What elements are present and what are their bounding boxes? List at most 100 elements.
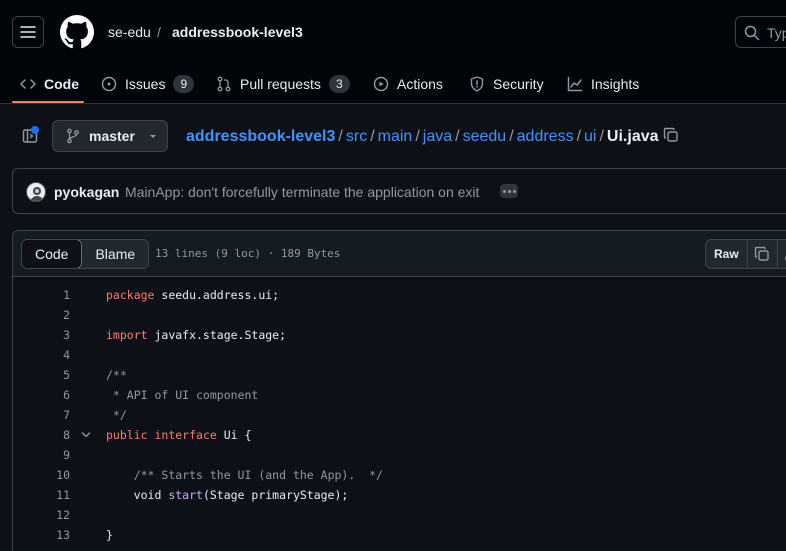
expand-commit-button[interactable] <box>500 184 518 198</box>
view-mode-toggle: Code Blame <box>21 239 150 269</box>
path-root-link[interactable]: addressbook-level3 <box>186 128 335 145</box>
line-number[interactable]: 2 <box>13 305 70 325</box>
commit-message-link[interactable]: MainApp: don't forcefully terminate the … <box>125 184 479 200</box>
code-token: start <box>168 488 203 502</box>
breadcrumb-repo-link[interactable]: addressbook-level3 <box>172 24 303 40</box>
path-segment-seedu[interactable]: seedu <box>463 128 507 145</box>
menu-button[interactable] <box>12 16 44 48</box>
copy-icon <box>754 246 769 261</box>
issue-opened-icon <box>101 76 117 92</box>
line-content: /** Starts the UI (and the App). */ <box>106 465 383 485</box>
file-tree-toggle-button[interactable] <box>16 122 44 150</box>
code-line: 8 public interface Ui { <box>13 425 786 445</box>
code-token: } <box>106 528 113 542</box>
avatar[interactable] <box>26 182 46 202</box>
active-tab-underline <box>12 101 84 103</box>
line-content: */ <box>106 405 127 425</box>
tab-actions-label: Actions <box>397 76 443 92</box>
tab-insights[interactable]: Insights <box>567 64 639 104</box>
path-segment-ui[interactable]: ui <box>584 128 596 145</box>
git-pull-request-icon <box>217 76 231 92</box>
fold-chevron-down-icon[interactable] <box>81 430 91 440</box>
code-token: (Stage primaryStage); <box>202 488 349 502</box>
breadcrumb-owner-link[interactable]: se-edu <box>108 24 151 40</box>
line-number[interactable]: 8 <box>13 425 70 445</box>
code-token: */ <box>106 408 127 422</box>
line-number[interactable]: 12 <box>13 505 70 525</box>
download-button[interactable] <box>778 240 786 268</box>
file-header: Code Blame 13 lines (9 loc) · 189 Bytes … <box>13 231 786 277</box>
copy-path-button[interactable] <box>663 127 679 148</box>
notification-dot <box>31 126 39 134</box>
tab-issues-label: Issues <box>125 76 166 92</box>
line-number[interactable]: 7 <box>13 405 70 425</box>
code-token: Ui { <box>216 428 252 442</box>
tab-pull-requests[interactable]: Pull requests 3 <box>216 64 350 104</box>
line-content: void start(Stage primaryStage); <box>106 485 349 505</box>
tab-code-label: Code <box>44 76 79 92</box>
code-line: 5 /** <box>13 365 786 385</box>
file-name: Ui.java <box>606 128 659 145</box>
commit-author-link[interactable]: pyokagan <box>54 184 119 200</box>
latest-commit-box: pyokagan MainApp: don't forcefully termi… <box>12 168 786 214</box>
path-segment-java[interactable]: java <box>423 128 452 145</box>
file-viewer: Code Blame 13 lines (9 loc) · 189 Bytes … <box>12 230 786 551</box>
path-segment-address[interactable]: address <box>517 128 574 145</box>
line-number[interactable]: 9 <box>13 445 70 465</box>
line-number[interactable]: 1 <box>13 285 70 305</box>
copy-raw-button[interactable] <box>748 240 778 268</box>
line-content: } <box>106 525 113 545</box>
tab-actions[interactable]: Actions <box>373 64 443 104</box>
code-token: /** Starts the UI (and the App). */ <box>133 468 383 482</box>
blame-view-button[interactable]: Blame <box>82 240 149 268</box>
tab-security-label: Security <box>493 76 544 92</box>
path-segment-src[interactable]: src <box>346 128 367 145</box>
line-content: import javafx.stage.Stage; <box>106 325 286 345</box>
branch-selector-button[interactable]: master <box>52 120 168 152</box>
hamburger-icon <box>20 26 36 38</box>
code-line: 4 <box>13 345 786 365</box>
path-separator: / <box>509 128 514 145</box>
code-token: javafx.stage.Stage; <box>147 328 287 342</box>
code-token: package <box>106 288 155 302</box>
line-number[interactable]: 10 <box>13 465 70 485</box>
path-separator: / <box>455 128 460 145</box>
repo-nav: Code Issues 9 Pull requests 3 Actions Se… <box>0 64 786 104</box>
issues-count-badge: 9 <box>173 75 195 93</box>
code-line: 11 void start(Stage primaryStage); <box>13 485 786 505</box>
line-content: package seedu.address.ui; <box>106 285 279 305</box>
line-number[interactable]: 3 <box>13 325 70 345</box>
line-number[interactable]: 4 <box>13 345 70 365</box>
graph-icon <box>567 76 583 92</box>
path-segment-main[interactable]: main <box>378 128 413 145</box>
search-icon <box>744 25 760 41</box>
code-line: 6 * API of UI component <box>13 385 786 405</box>
raw-button[interactable]: Raw <box>706 240 748 268</box>
code-token: /** <box>106 368 127 382</box>
tab-security[interactable]: Security <box>469 64 544 104</box>
line-number[interactable]: 13 <box>13 525 70 545</box>
tab-insights-label: Insights <box>591 76 640 92</box>
code-line: 9 <box>13 445 786 465</box>
code-line: 2 <box>13 305 786 325</box>
code-view-button[interactable]: Code <box>22 240 83 268</box>
search-input[interactable]: Typ <box>735 16 786 48</box>
code-token: * API of UI component <box>106 388 259 402</box>
github-logo-icon[interactable] <box>60 15 94 49</box>
copy-icon <box>663 127 678 142</box>
code-line: 12 <box>13 505 786 525</box>
file-stats: 13 lines (9 loc) · 189 Bytes <box>155 247 341 260</box>
code-line: 13} <box>13 525 786 545</box>
line-number[interactable]: 5 <box>13 365 70 385</box>
file-path-breadcrumb: addressbook-level3/src / main / java / seedu / a… <box>186 127 679 148</box>
git-branch-icon <box>67 128 79 144</box>
line-number[interactable]: 11 <box>13 485 70 505</box>
path-separator: / <box>576 128 582 145</box>
shield-icon <box>470 76 484 92</box>
path-separator: / <box>370 128 375 145</box>
tab-code[interactable]: Code <box>20 64 79 104</box>
path-separator: / <box>415 128 420 145</box>
path-separator: / <box>338 128 343 145</box>
line-number[interactable]: 6 <box>13 385 70 405</box>
tab-issues[interactable]: Issues 9 <box>101 64 195 104</box>
